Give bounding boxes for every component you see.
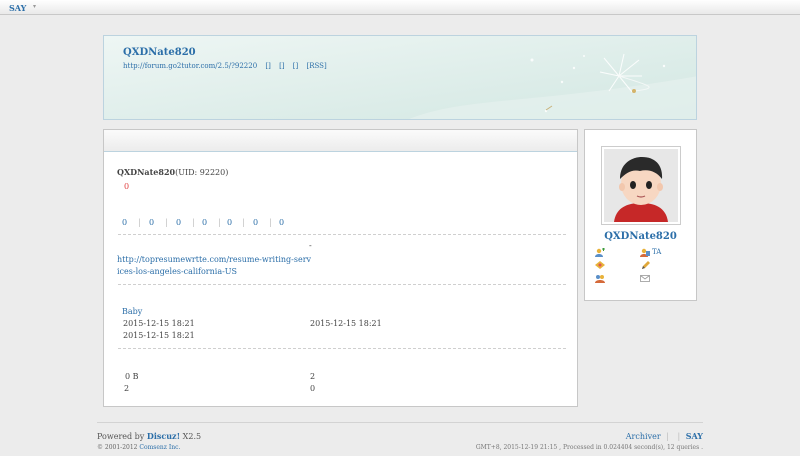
banner-link-a[interactable]: [] (265, 62, 270, 70)
stat-link-6[interactable]: 0 (253, 218, 258, 227)
edit-pencil-icon[interactable] (640, 261, 650, 270)
stat-value-right-1: 2 (310, 372, 316, 381)
footer-separator: | (666, 432, 669, 441)
last-activity-time: 2015-12-15 18:21 (310, 319, 382, 328)
stat-separator: | (138, 218, 141, 227)
greet-icon[interactable] (595, 261, 605, 270)
default-avatar-image (604, 149, 678, 222)
attachment-size: 0 B (125, 372, 139, 381)
banner-links: http://forum.go2tutor.com/2.5/?92220 [] … (123, 62, 333, 70)
top-bar: SAY ▾ (0, 0, 800, 15)
stat-value-right-2: 0 (310, 384, 316, 393)
profile-name: QXDNate820 (117, 167, 176, 177)
discuz-label: Discuz! (146, 431, 181, 441)
archiver-link[interactable]: Archiver (626, 432, 661, 441)
stat-link-7[interactable]: 0 (279, 218, 284, 227)
banner-username: QXDNate820 (123, 47, 196, 58)
banner-link-b[interactable]: [] (279, 62, 284, 70)
stat-separator: | (218, 218, 221, 227)
version-label: X2.5 (182, 432, 202, 441)
stat-value-left-2: 2 (124, 384, 130, 393)
banner-link-c[interactable]: [] (293, 62, 298, 70)
profile-panel-header (104, 130, 577, 152)
stat-separator: | (269, 218, 272, 227)
footer-copyright: © 2001-2012 Comsenz Inc. (97, 444, 180, 451)
users-icon[interactable] (595, 274, 605, 283)
footer-divider (97, 422, 703, 423)
credit-value: 0 (124, 182, 130, 191)
rss-link[interactable]: [RSS] (307, 62, 327, 70)
footer-powered: Powered by Discuz! X2.5 (97, 431, 201, 441)
stat-separator: | (165, 218, 168, 227)
stat-link-2[interactable]: 0 (149, 218, 154, 227)
discuz-link[interactable]: Discuz! (146, 431, 181, 441)
stat-separator: | (192, 218, 195, 227)
powered-by-label: Powered by (97, 432, 145, 441)
user-group-link[interactable]: Baby (122, 307, 142, 316)
divider (118, 234, 566, 235)
add-friend-icon[interactable] (595, 248, 605, 257)
site-brand-link[interactable]: SAY (9, 3, 26, 13)
stat-link-4[interactable]: 0 (202, 218, 207, 227)
ta-link[interactable]: TA (652, 248, 661, 256)
profile-panel: QXDNate820(UID: 92220) 0 0 | 0 | 0 | 0 |… (103, 129, 578, 407)
chevron-down-icon[interactable]: ▾ (33, 3, 36, 10)
space-url-link[interactable]: http://forum.go2tutor.com/2.5/?92220 (123, 62, 257, 70)
user-sidebar: QXDNate820 TA (584, 129, 697, 301)
sidebar-username[interactable]: QXDNate820 (585, 231, 696, 242)
stat-separator: | (242, 218, 245, 227)
company-link[interactable]: Comsenz Inc. (139, 444, 180, 451)
homepage-link[interactable]: http://topresumewrtte.com/resume-writing… (117, 254, 312, 278)
dash-value: - (309, 241, 312, 250)
copyright-label: © 2001-2012 (97, 444, 138, 451)
last-visit-time: 2015-12-15 18:21 (123, 331, 195, 340)
footer-links: Archiver | | SAY (626, 431, 703, 441)
stat-link-1[interactable]: 0 (122, 218, 127, 227)
stat-link-3[interactable]: 0 (176, 218, 181, 227)
profile-name-line: QXDNate820(UID: 92220) (117, 167, 228, 177)
divider (118, 348, 566, 349)
divider (118, 284, 566, 285)
message-envelope-icon[interactable] (640, 274, 650, 283)
footer-timing: GMT+8, 2015-12-19 21:15 , Processed in 0… (475, 444, 703, 451)
stat-link-5[interactable]: 0 (227, 218, 232, 227)
profile-uid: (UID: 92220) (175, 168, 229, 177)
footer-separator: | (677, 432, 681, 441)
say-link[interactable]: SAY (686, 431, 703, 441)
space-banner: QXDNate820 http://forum.go2tutor.com/2.5… (103, 35, 697, 120)
avatar[interactable] (601, 146, 681, 225)
view-user-icon[interactable] (640, 248, 650, 257)
register-time: 2015-12-15 18:21 (123, 319, 195, 328)
